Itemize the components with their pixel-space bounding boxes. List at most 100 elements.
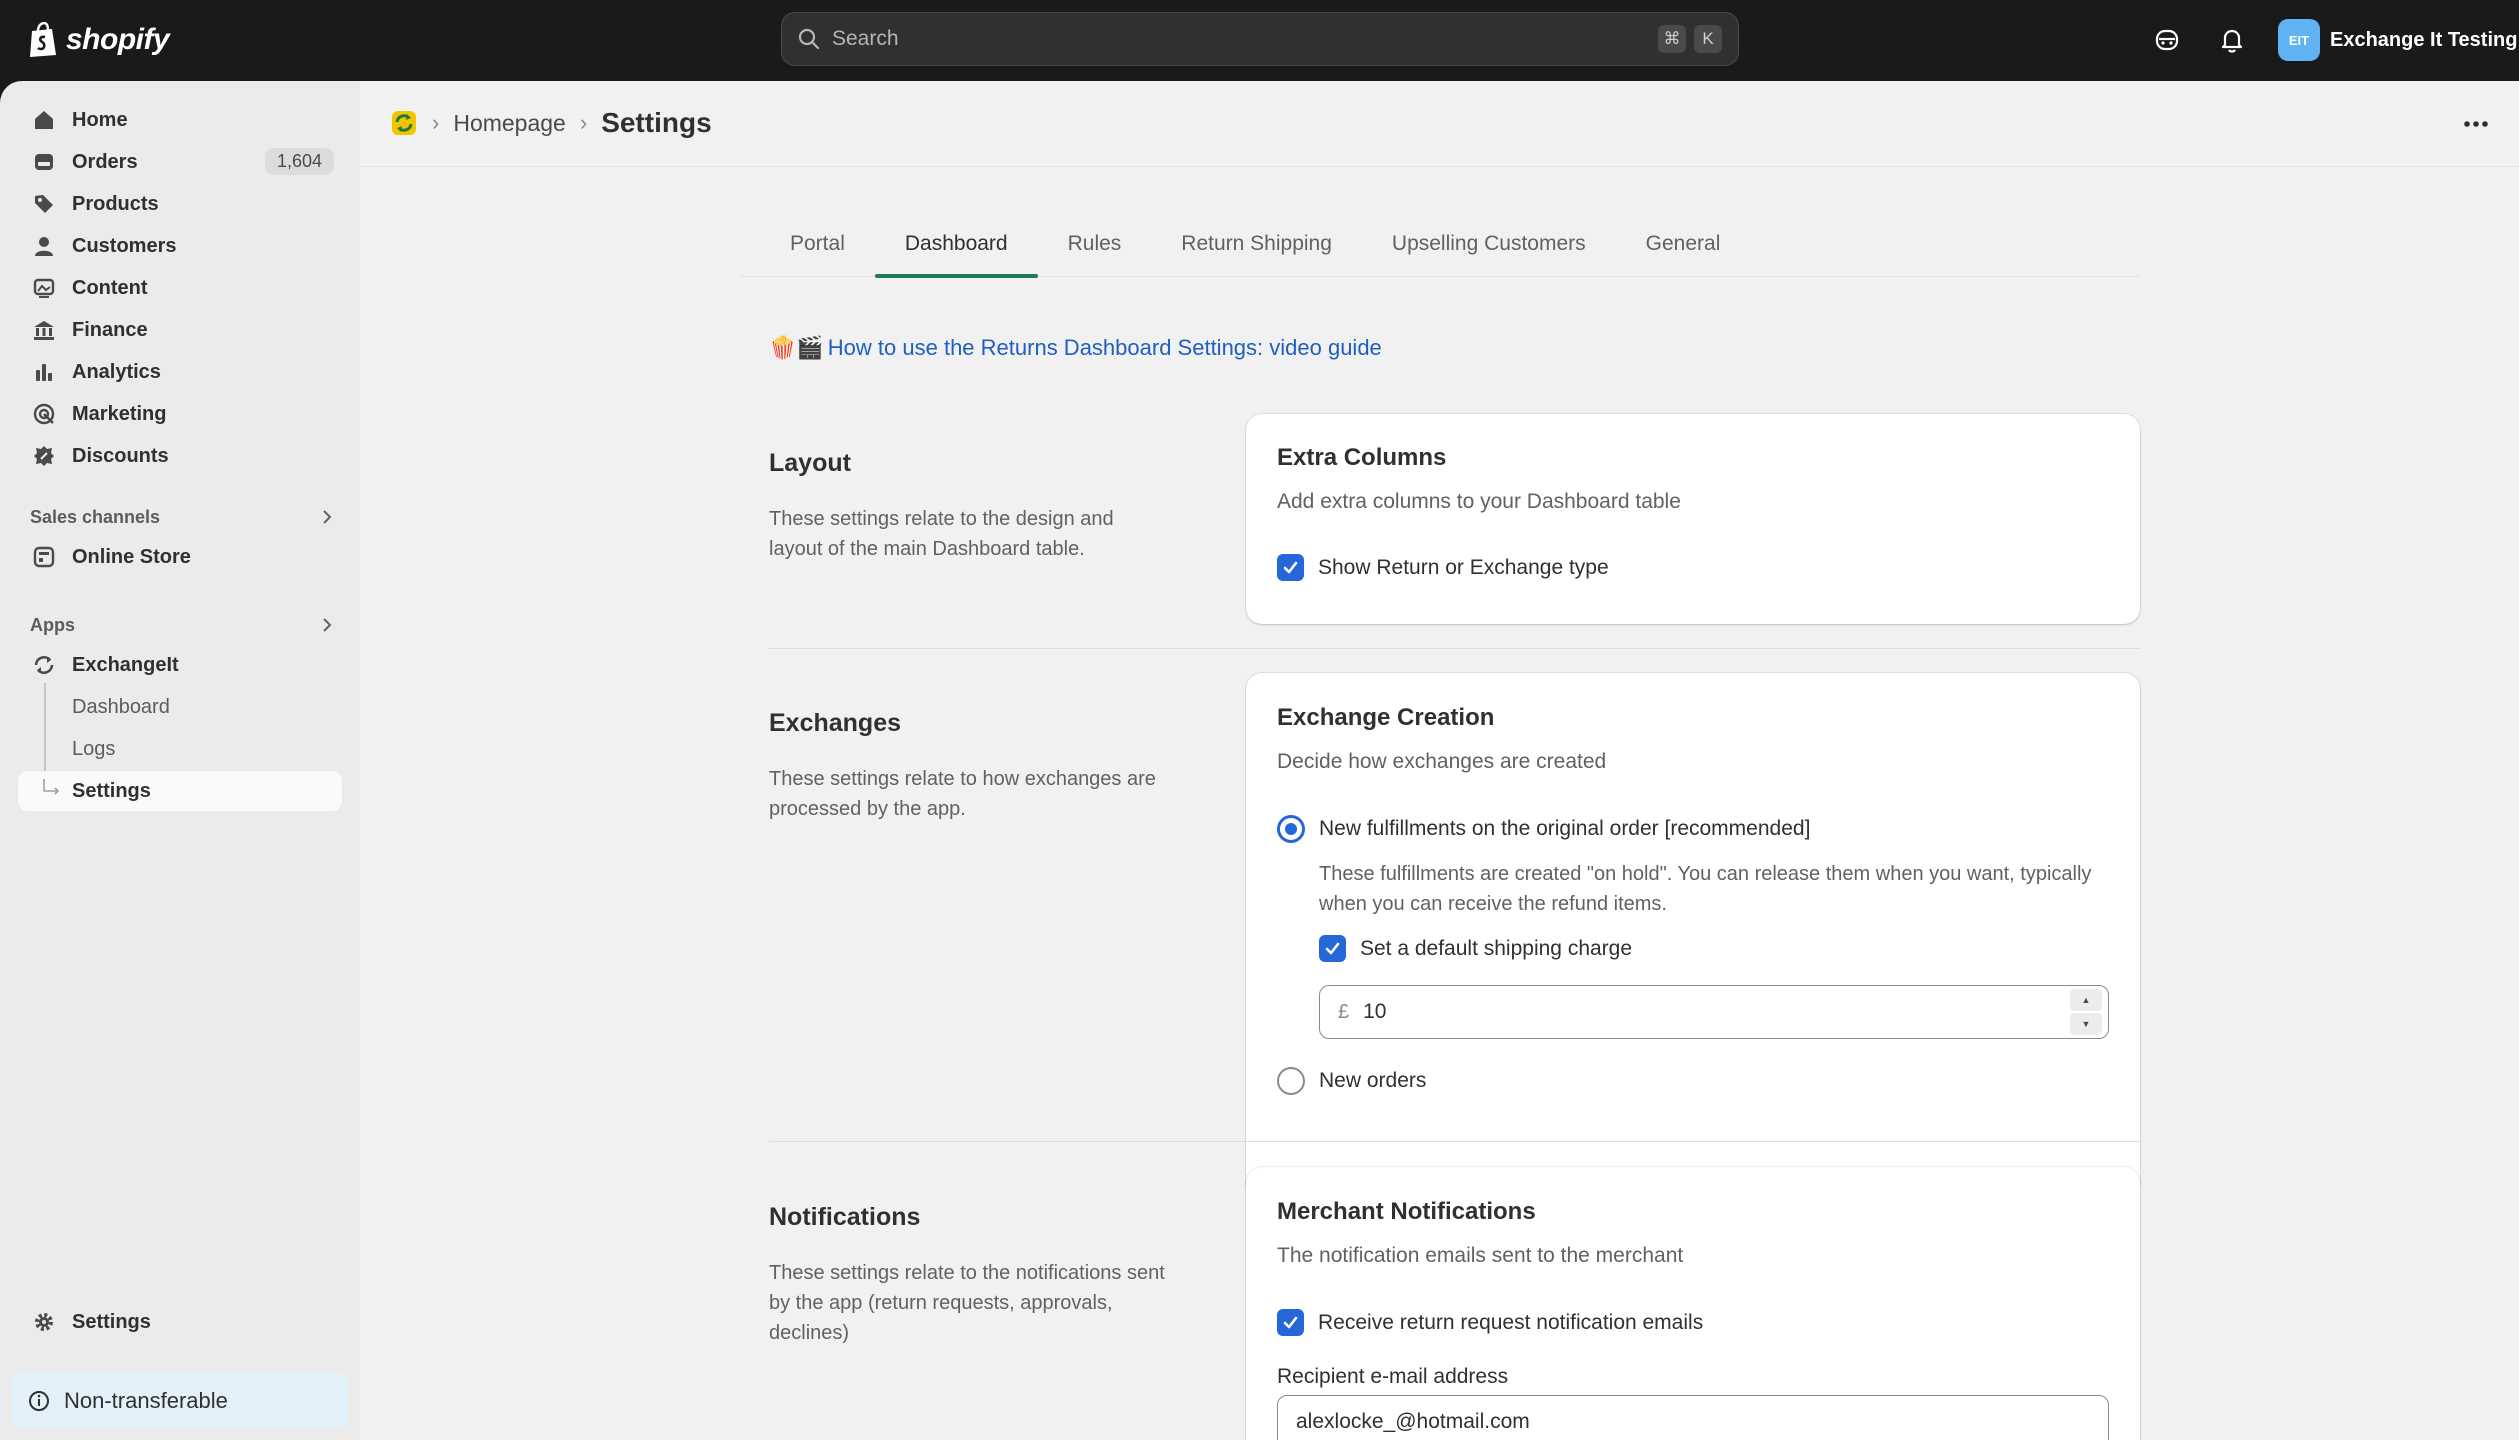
exchange-creation-card: Exchange Creation Decide how exchanges a… (1246, 673, 2140, 1198)
show-return-exchange-type-checkbox[interactable]: Show Return or Exchange type (1277, 554, 1609, 581)
sales-channels-label: Sales channels (30, 506, 161, 527)
sidekick-icon[interactable] (2151, 24, 2183, 56)
sidebar-item-label: Analytics (72, 360, 161, 383)
tree-branch-icon (43, 779, 60, 795)
sidebar-item-label: Discounts (72, 444, 169, 467)
checkmark-icon (1283, 1316, 1298, 1329)
sidebar-item-label: Products (72, 192, 159, 215)
layout-section-title: Layout (769, 449, 851, 477)
sidebar-item-content[interactable]: Content (18, 269, 342, 307)
page-title: Settings (601, 107, 712, 138)
recipient-email-label: Recipient e-mail address (1277, 1365, 1509, 1388)
sidebar-item-discounts[interactable]: Discounts (18, 437, 342, 475)
discount-icon (34, 446, 54, 466)
command-key: ⌘ (1658, 25, 1686, 53)
sidebar-item-home[interactable]: Home (18, 101, 342, 139)
shipping-charge-value[interactable]: 10 (1363, 1000, 2108, 1024)
sidebar-item-label: Online Store (72, 545, 191, 568)
sidebar-item-customers[interactable]: Customers (18, 227, 342, 265)
content-icon (33, 278, 55, 298)
return-request-notification-checkbox[interactable]: Receive return request notification emai… (1277, 1309, 1703, 1336)
non-transferable-banner[interactable]: Non-transferable (12, 1373, 348, 1429)
sidebar-item-label: Content (72, 276, 148, 299)
bell-icon[interactable] (2216, 24, 2248, 56)
orders-icon (35, 154, 53, 170)
bar-chart-icon (36, 364, 52, 381)
info-icon (29, 1391, 49, 1411)
checkbox-label: Set a default shipping charge (1360, 936, 1633, 960)
breadcrumb: › Homepage › Settings (390, 103, 712, 143)
sidebar-subitem-logs[interactable]: Logs (18, 729, 342, 769)
shopify-logo[interactable]: shopify (28, 18, 170, 62)
breadcrumb-homepage-link[interactable]: Homepage (453, 110, 566, 137)
tab-portal[interactable]: Portal (760, 211, 875, 277)
apps-label: Apps (30, 614, 75, 635)
card-title: Extra Columns (1277, 444, 1447, 471)
recipient-email-input[interactable]: alexlocke_@hotmail.com (1277, 1395, 2109, 1440)
more-actions-button[interactable] (2459, 107, 2493, 141)
currency-prefix: £ (1338, 1000, 1350, 1023)
sidebar-item-settings[interactable]: Settings (18, 1303, 342, 1341)
ellipsis-icon (2464, 121, 2488, 127)
checkbox-checked[interactable] (1319, 935, 1346, 962)
shipping-charge-input[interactable]: £ 10 ▲ ▼ (1319, 985, 2109, 1039)
sidebar-item-online-store[interactable]: Online Store (18, 538, 342, 576)
radio-label: New fulfillments on the original order [… (1319, 817, 1811, 840)
breadcrumb-separator: › (432, 110, 440, 135)
settings-tabs: Portal Dashboard Rules Return Shipping U… (740, 211, 2140, 278)
sidebar-subitem-settings[interactable]: Settings (18, 771, 342, 811)
checkbox-label: Receive return request notification emai… (1318, 1310, 1704, 1334)
radio-original-order-fulfillments[interactable]: New fulfillments on the original order [… (1277, 815, 1810, 843)
video-guide-link-text[interactable]: How to use the Returns Dashboard Setting… (828, 335, 1382, 361)
sidebar-item-products[interactable]: Products (18, 185, 342, 223)
option-help-text: These fulfillments are created "on hold"… (1319, 863, 2092, 915)
notifications-section-description: These settings relate to the notificatio… (769, 1262, 1165, 1344)
search-placeholder: Search (832, 27, 899, 50)
tab-upselling-customers[interactable]: Upselling Customers (1362, 211, 1616, 277)
sidebar-item-marketing[interactable]: Marketing (18, 395, 342, 433)
search-input[interactable]: Search ⌘ K (781, 12, 1739, 66)
section-divider (769, 1141, 2140, 1142)
sidebar-item-orders[interactable]: Orders 1,604 (18, 143, 342, 181)
video-guide-link[interactable]: 🍿🎬 How to use the Returns Dashboard Sett… (769, 335, 1382, 361)
store-name: Exchange It Testing (2330, 28, 2518, 51)
exchange-arrows-icon (34, 656, 54, 674)
default-shipping-charge-checkbox[interactable]: Set a default shipping charge (1319, 935, 1632, 962)
sidebar-item-label: Settings (72, 1310, 151, 1333)
tab-rules[interactable]: Rules (1038, 211, 1152, 277)
sidebar-item-analytics[interactable]: Analytics (18, 353, 342, 391)
checkbox-checked[interactable] (1277, 554, 1304, 581)
sidebar-item-label: Home (72, 108, 128, 131)
sidebar-item-label: ExchangeIt (72, 653, 179, 676)
stepper-up-icon[interactable]: ▲ (2070, 989, 2102, 1011)
notifications-section-title: Notifications (769, 1203, 921, 1231)
app-logo-icon[interactable] (390, 109, 418, 137)
sidebar-subitem-label: Dashboard (72, 695, 170, 718)
store-avatar: EIT (2278, 19, 2320, 61)
number-stepper: ▲ ▼ (2070, 989, 2102, 1035)
apps-section[interactable]: Apps (30, 610, 340, 640)
orders-count-badge: 1,604 (264, 148, 334, 175)
checkmark-icon (1325, 942, 1340, 955)
tab-dashboard[interactable]: Dashboard (874, 211, 1038, 278)
radio-unselected[interactable] (1277, 1067, 1305, 1095)
sidebar-item-finance[interactable]: Finance (18, 311, 342, 349)
tab-return-shipping[interactable]: Return Shipping (1151, 211, 1362, 277)
sidebar-item-label: Customers (72, 234, 177, 257)
radio-selected[interactable] (1277, 815, 1305, 843)
stepper-down-icon[interactable]: ▼ (2070, 1013, 2102, 1035)
sidebar-item-exchangeit[interactable]: ExchangeIt (18, 646, 342, 684)
sales-channels-section[interactable]: Sales channels (30, 502, 340, 532)
radio-new-orders[interactable]: New orders (1277, 1067, 1426, 1095)
chevron-right-icon (323, 618, 332, 632)
shopify-bag-icon (30, 22, 56, 57)
person-icon (35, 237, 53, 256)
sidebar-item-label: Orders (72, 150, 138, 173)
sidebar-subitem-dashboard[interactable]: Dashboard (18, 687, 342, 727)
merchant-notifications-card: Merchant Notifications The notification … (1246, 1167, 2140, 1440)
tab-general[interactable]: General (1616, 211, 1751, 277)
checkbox-checked[interactable] (1277, 1309, 1304, 1336)
store-menu-button[interactable]: EIT Exchange It Testing (2278, 18, 2517, 62)
sidebar-subitem-label: Logs (72, 737, 116, 760)
layout-section-description: These settings relate to the design and … (769, 508, 1114, 560)
